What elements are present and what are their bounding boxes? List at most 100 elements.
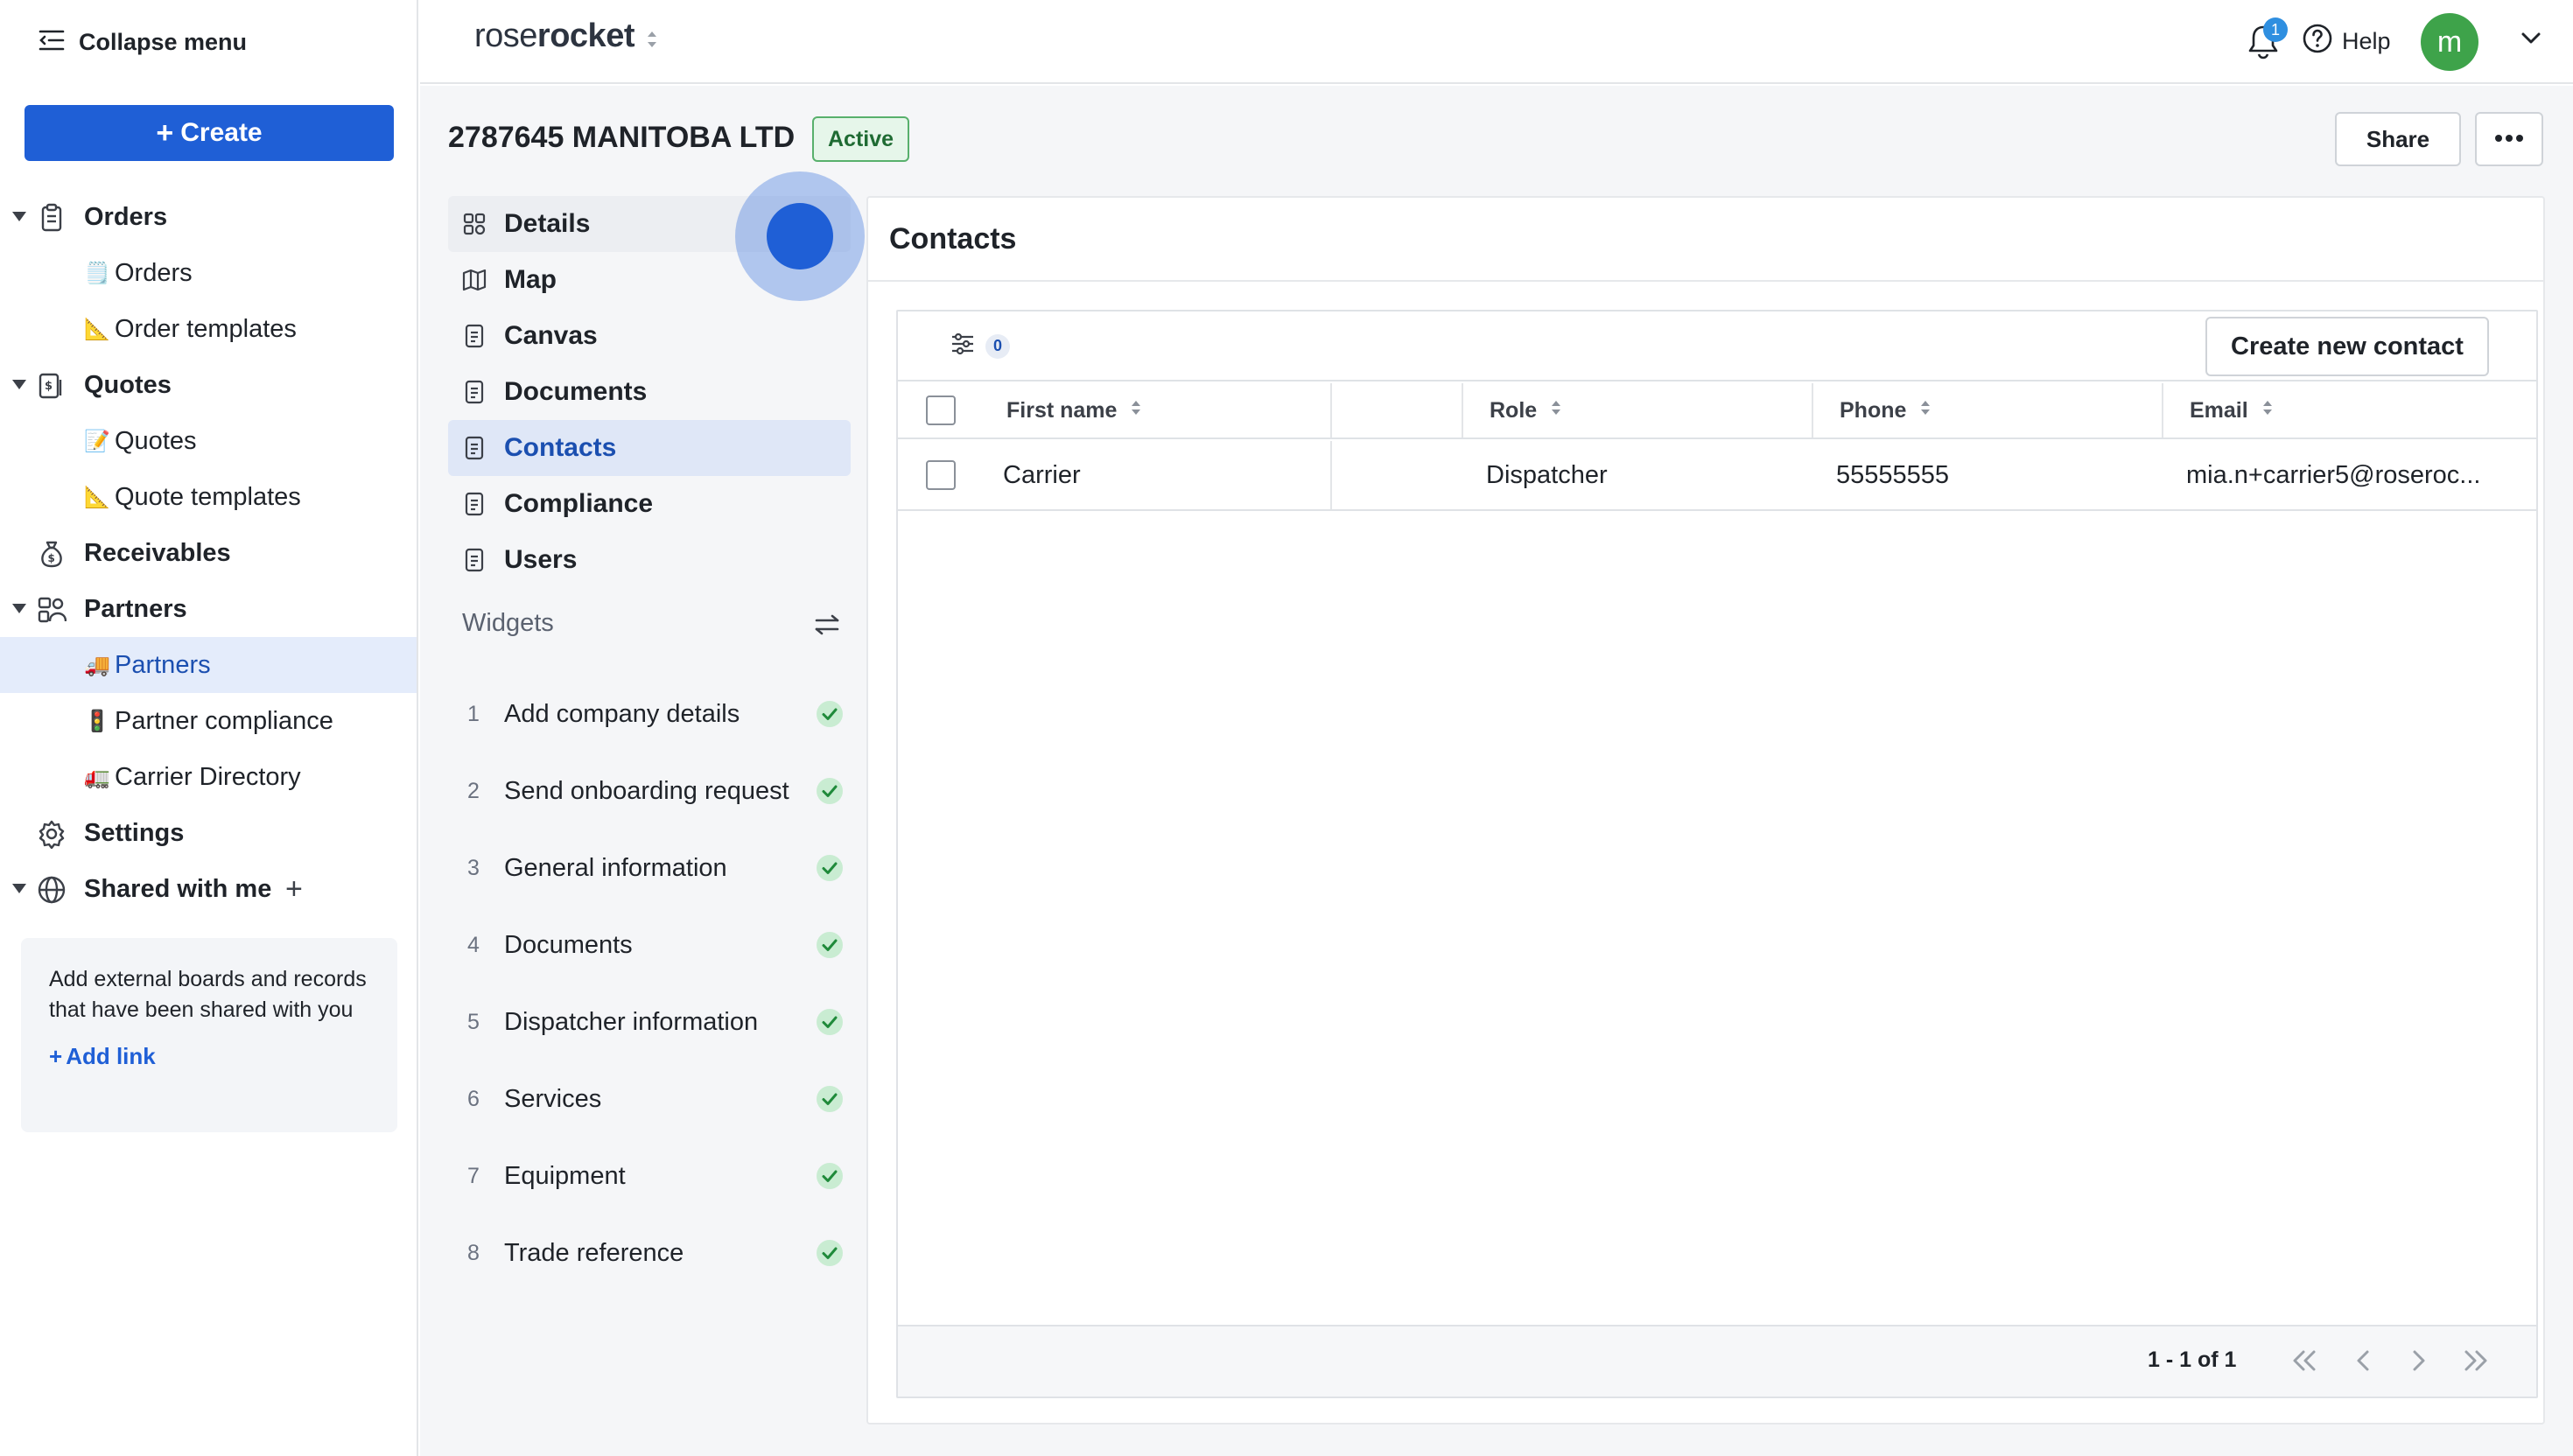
widget-label: General information: [504, 853, 727, 882]
check-circle-icon: [816, 1162, 844, 1194]
sidebar-item-settings[interactable]: Settings: [0, 805, 417, 861]
sidebar-item-partners[interactable]: Partners: [0, 581, 417, 637]
sidebar-item-partners[interactable]: 🚚 Partners: [0, 637, 417, 693]
sidebar-item-quote-templates[interactable]: 📐 Quote templates: [0, 469, 417, 525]
filter-button[interactable]: 0: [950, 332, 1010, 360]
workspace-switcher-icon[interactable]: [646, 26, 658, 57]
clipboard-icon: [37, 203, 67, 233]
gear-icon: [37, 819, 67, 850]
contacts-title: Contacts: [868, 198, 2543, 282]
widget-item-equipment[interactable]: 7 Equipment: [448, 1138, 851, 1214]
column-divider[interactable]: [1812, 383, 1813, 438]
swap-icon[interactable]: [814, 614, 840, 640]
document-icon: [462, 492, 487, 516]
cell-first-name: Carrier: [1003, 460, 1081, 489]
status-badge: Active: [812, 116, 910, 162]
widget-item-send-onboarding-request[interactable]: 2 Send onboarding request: [448, 752, 851, 830]
chevron-down-icon[interactable]: [2520, 32, 2541, 50]
column-divider[interactable]: [2162, 383, 2163, 438]
sidebar-item-quotes[interactable]: $ Quotes: [0, 357, 417, 413]
collapse-menu-button[interactable]: Collapse menu: [39, 24, 247, 60]
roserocket-logo[interactable]: roserocket: [474, 18, 634, 55]
sidebar-item-shared-with-me[interactable]: Shared with me +: [0, 861, 417, 917]
add-link-label: Add link: [66, 1043, 156, 1069]
tab-contacts[interactable]: Contacts: [448, 420, 851, 476]
main-content: 2787645 MANITOBA LTD Active Share Detail…: [420, 86, 2573, 1456]
caret-down-icon[interactable]: [12, 604, 26, 613]
row-checkbox[interactable]: [926, 460, 956, 490]
cell-email: mia.n+carrier5@roseroc...: [2186, 460, 2481, 489]
create-button[interactable]: + Create: [25, 105, 394, 161]
sidebar-item-label: Order templates: [115, 314, 297, 343]
widget-label: Dispatcher information: [504, 1007, 759, 1036]
widget-label: Trade reference: [504, 1238, 684, 1267]
money-bag-icon: $: [37, 539, 67, 569]
create-label: Create: [180, 118, 263, 147]
user-avatar[interactable]: m: [2421, 13, 2478, 71]
column-divider[interactable]: [1330, 383, 1332, 438]
sidebar-item-label: Partners: [115, 650, 211, 679]
emoji-icon: 🚛: [84, 765, 110, 789]
tab-compliance[interactable]: Compliance: [448, 476, 851, 532]
document-icon: [462, 380, 487, 404]
plus-icon: +: [156, 116, 174, 150]
tab-label: Documents: [504, 377, 648, 406]
table-header: First name Role Phone Email: [898, 383, 2536, 439]
caret-down-icon[interactable]: [12, 212, 26, 221]
column-divider: [1330, 441, 1332, 509]
logo-text-bold: rocket: [536, 18, 635, 54]
last-page-icon[interactable]: [2461, 1348, 2491, 1378]
widget-item-add-company-details[interactable]: 1 Add company details: [448, 676, 851, 752]
widget-item-services[interactable]: 6 Services: [448, 1060, 851, 1138]
tab-canvas[interactable]: Canvas: [448, 308, 851, 364]
column-header-email[interactable]: Email: [2190, 383, 2273, 438]
column-header-role[interactable]: Role: [1490, 383, 1561, 438]
help-button[interactable]: Help: [2302, 23, 2391, 60]
sidebar-item-label: Partners: [84, 594, 187, 623]
caret-down-icon[interactable]: [12, 380, 26, 389]
sidebar-item-receivables[interactable]: $ Receivables: [0, 525, 417, 581]
share-button[interactable]: Share: [2335, 112, 2461, 166]
table-toolbar: 0 Create new contact: [898, 312, 2536, 382]
sidebar-item-label: Carrier Directory: [115, 762, 301, 791]
emoji-icon: 📐: [84, 485, 110, 509]
select-all-checkbox[interactable]: [926, 396, 956, 425]
tab-label: Contacts: [504, 433, 617, 462]
first-page-icon[interactable]: [2289, 1348, 2319, 1378]
column-header-phone[interactable]: Phone: [1840, 383, 1931, 438]
widget-item-trade-reference[interactable]: 8 Trade reference: [448, 1214, 851, 1292]
check-circle-icon: [816, 700, 844, 732]
next-page-icon[interactable]: [2408, 1348, 2428, 1378]
tab-users[interactable]: Users: [448, 532, 851, 588]
sidebar-item-partner-compliance[interactable]: 🚦 Partner compliance: [0, 693, 417, 749]
table-row[interactable]: Carrier Dispatcher 55555555 mia.n+carrie…: [898, 441, 2536, 511]
column-label: Email: [2190, 397, 2248, 423]
sidebar-item-label: Shared with me: [84, 874, 272, 903]
widgets-heading: Widgets: [462, 609, 554, 637]
sidebar-item-orders[interactable]: 🗒️ Orders: [0, 245, 417, 301]
create-new-contact-button[interactable]: Create new contact: [2205, 317, 2489, 376]
column-divider[interactable]: [1462, 383, 1463, 438]
sidebar-item-quotes[interactable]: 📝 Quotes: [0, 413, 417, 469]
sidebar-item-carrier-directory[interactable]: 🚛 Carrier Directory: [0, 749, 417, 805]
check-circle-icon: [816, 1008, 844, 1040]
top-bar: roserocket 1 Help m: [420, 0, 2573, 84]
widget-item-documents[interactable]: 4 Documents: [448, 906, 851, 984]
widget-item-dispatcher-information[interactable]: 5 Dispatcher information: [448, 984, 851, 1060]
tab-documents[interactable]: Documents: [448, 364, 851, 420]
sidebar-item-label: Orders: [84, 202, 168, 231]
svg-text:$: $: [48, 552, 55, 564]
more-options-button[interactable]: [2475, 112, 2543, 166]
widget-item-general-information[interactable]: 3 General information: [448, 830, 851, 906]
sidebar-item-label: Quote templates: [115, 482, 301, 511]
plus-icon[interactable]: +: [285, 872, 303, 906]
column-header-first-name[interactable]: First name: [1006, 383, 1141, 438]
help-icon: [2302, 23, 2333, 60]
tab-label: Canvas: [504, 321, 598, 350]
sort-icon: [1551, 397, 1561, 424]
add-link-button[interactable]: + Add link: [49, 1043, 369, 1070]
previous-page-icon[interactable]: [2354, 1348, 2373, 1378]
sidebar-item-order-templates[interactable]: 📐 Order templates: [0, 301, 417, 357]
caret-down-icon[interactable]: [12, 884, 26, 893]
sidebar-item-orders[interactable]: Orders: [0, 189, 417, 245]
